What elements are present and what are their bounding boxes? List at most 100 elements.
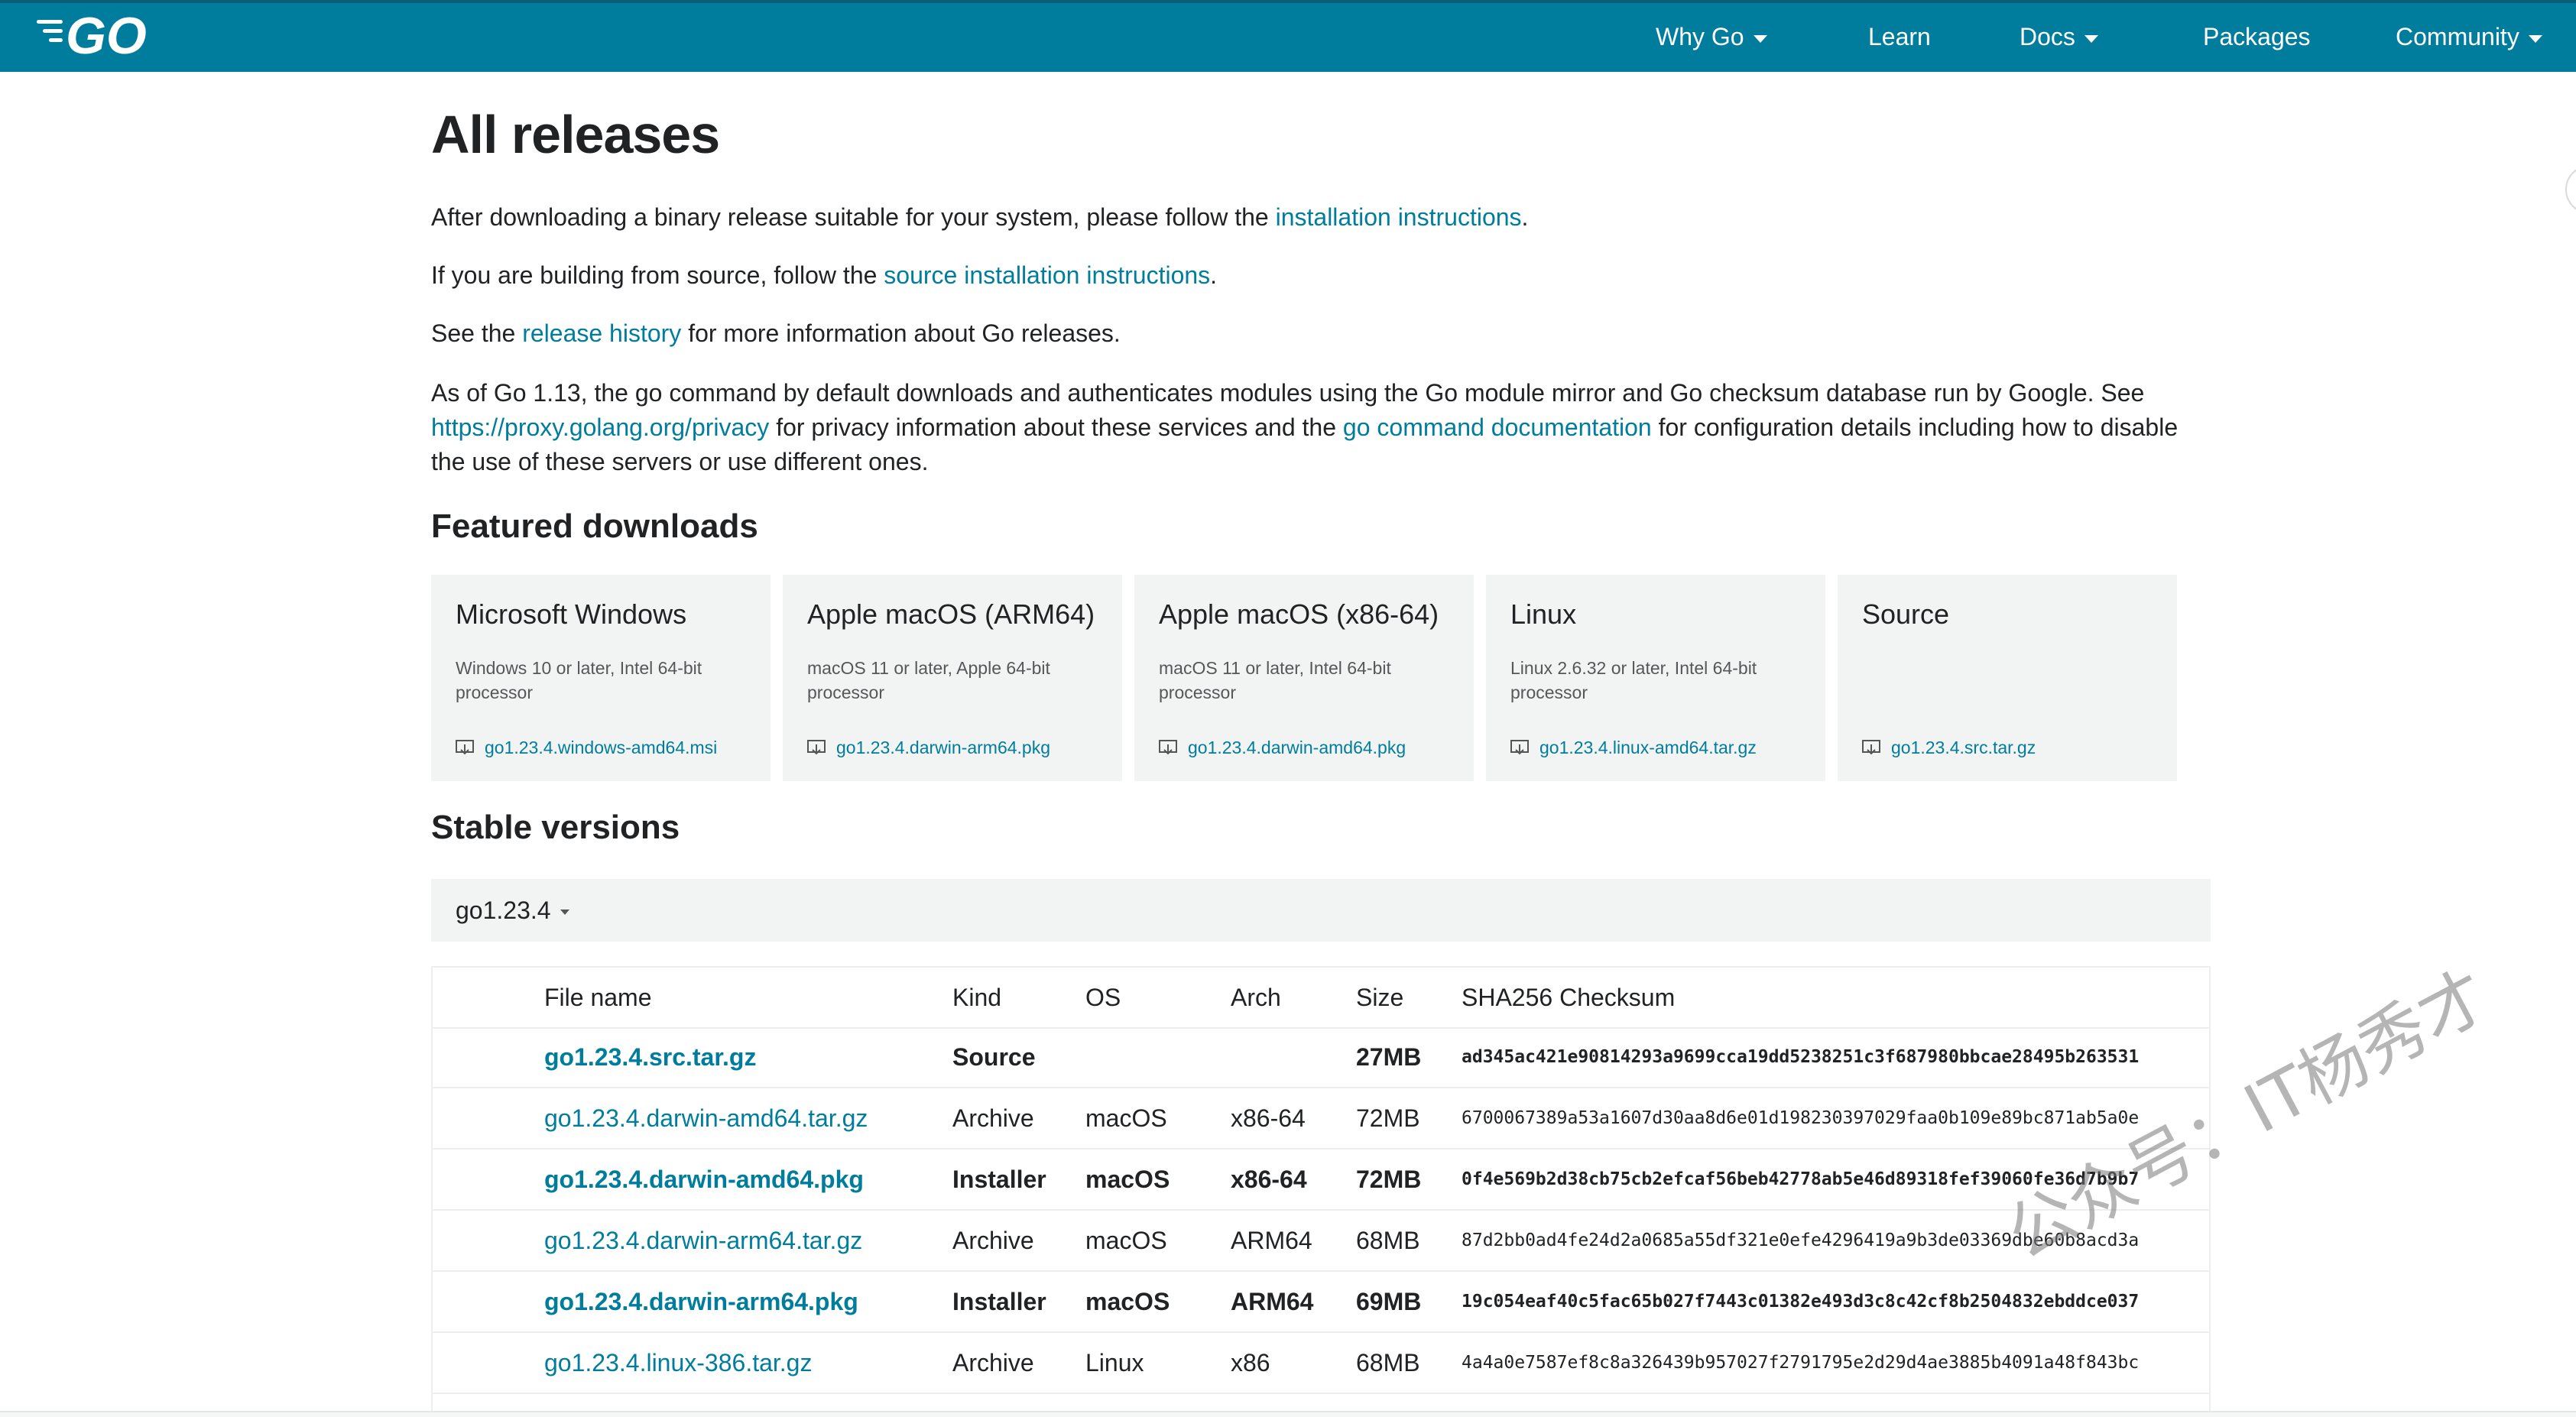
p1-suffix: .: [1521, 203, 1529, 231]
nav-community[interactable]: Community: [2396, 21, 2542, 52]
featured-card-source[interactable]: Source go1.23.4.src.tar.gz: [1838, 575, 2177, 781]
kind-cell: Installer: [952, 1288, 1046, 1315]
size-cell: 27MB: [1356, 1043, 1422, 1071]
size-cell: 72MB: [1356, 1166, 1422, 1193]
arch-cell: x86-64: [1231, 1104, 1306, 1132]
checksum-cell: 87d2bb0ad4fe24d2a0685a55df321e0efe429641…: [1462, 1231, 2140, 1250]
table-row: go1.23.4.src.tar.gz Source 27MB ad345ac421e…: [433, 1027, 2209, 1088]
card-file-name: go1.23.4.linux-amd64.tar.gz: [1539, 738, 1757, 757]
card-download-link[interactable]: go1.23.4.linux-amd64.tar.gz: [1510, 735, 1757, 760]
file-name-link[interactable]: go1.23.4.darwin-arm64.pkg: [544, 1272, 858, 1331]
size-cell: 68MB: [1356, 1349, 1420, 1376]
kind-cell: Source: [952, 1043, 1036, 1071]
card-title: Apple macOS (x86-64): [1159, 598, 1439, 630]
card-download-link[interactable]: go1.23.4.src.tar.gz: [1862, 735, 2036, 760]
size-cell: 72MB: [1356, 1104, 1420, 1132]
bottom-edge: [0, 1411, 2576, 1417]
downloads-table: File name Kind OS Arch Size SHA256 Check…: [431, 966, 2211, 1417]
nav-docs-label: Docs: [2020, 23, 2075, 50]
intro-paragraph-2: If you are building from source, follow …: [431, 258, 2182, 293]
file-name-link[interactable]: go1.23.4.darwin-arm64.tar.gz: [544, 1211, 862, 1270]
column-header-os: OS: [1085, 984, 1121, 1011]
stable-versions-heading: Stable versions: [431, 809, 680, 846]
checksum-cell: 4a4a0e7587ef8c8a326439b957027f2791795e2d…: [1462, 1353, 2140, 1373]
card-file-name: go1.23.4.darwin-arm64.pkg: [836, 738, 1050, 757]
p2-text: If you are building from source, follow …: [431, 261, 884, 289]
download-icon: [456, 740, 474, 755]
kind-cell: Archive: [952, 1349, 1034, 1376]
kind-cell: Installer: [952, 1166, 1046, 1193]
os-cell: macOS: [1085, 1104, 1167, 1132]
nav-packages[interactable]: Packages: [2203, 21, 2311, 52]
arch-cell: ARM64: [1231, 1227, 1312, 1254]
download-icon: [1159, 740, 1177, 755]
table-row: go1.23.4.darwin-arm64.tar.gz Archive macOS…: [433, 1211, 2209, 1272]
card-title: Microsoft Windows: [456, 598, 687, 630]
card-file-name: go1.23.4.src.tar.gz: [1891, 738, 2036, 757]
arch-cell: x86: [1231, 1349, 1270, 1376]
file-name-link[interactable]: go1.23.4.darwin-amd64.pkg: [544, 1149, 864, 1209]
installation-instructions-link[interactable]: installation instructions: [1276, 203, 1522, 231]
column-header-arch: Arch: [1231, 984, 1281, 1011]
chevron-down-icon: [1753, 34, 1767, 43]
featured-downloads-heading: Featured downloads: [431, 507, 758, 545]
chevron-down-icon: [2528, 34, 2542, 43]
go-command-documentation-link[interactable]: go command documentation: [1343, 413, 1652, 441]
featured-card-macos-x86-64[interactable]: Apple macOS (x86-64) macOS 11 or later, …: [1134, 575, 1474, 781]
nav-why-go[interactable]: Why Go: [1656, 21, 1767, 52]
featured-card-macos-arm64[interactable]: Apple macOS (ARM64) macOS 11 or later, A…: [783, 575, 1122, 781]
column-header-size: Size: [1356, 984, 1404, 1011]
os-cell: macOS: [1085, 1288, 1170, 1315]
nav-learn-label: Learn: [1868, 23, 1931, 50]
go-logo-icon[interactable]: GO: [35, 8, 173, 63]
card-download-link[interactable]: go1.23.4.windows-amd64.msi: [456, 735, 717, 760]
p4-text-b: for privacy information about these serv…: [769, 413, 1343, 441]
card-title: Source: [1862, 598, 1950, 630]
proxy-privacy-link[interactable]: https://proxy.golang.org/privacy: [431, 413, 769, 441]
scroll-edge-indicator: [2565, 165, 2576, 214]
checksum-cell: ad345ac421e90814293a9699cca19dd5238251c3…: [1462, 1047, 2140, 1067]
file-name-link[interactable]: go1.23.4.src.tar.gz: [544, 1027, 756, 1087]
version-toggle[interactable]: go1.23.4: [431, 879, 2211, 942]
nav-community-label: Community: [2396, 23, 2519, 50]
download-icon: [1862, 740, 1880, 755]
arch-cell: x86-64: [1231, 1166, 1307, 1193]
checksum-cell: 6700067389a53a1607d30aa8d6e01d1982303970…: [1462, 1108, 2140, 1128]
nav-learn[interactable]: Learn: [1868, 21, 1931, 52]
top-nav-bar: GO Why Go Learn Docs Packages Community: [0, 0, 2576, 72]
card-file-name: go1.23.4.darwin-amd64.pkg: [1188, 738, 1406, 757]
file-name-link[interactable]: go1.23.4.linux-386.tar.gz: [544, 1333, 812, 1393]
card-description: macOS 11 or later, Intel 64-bit processo…: [1159, 658, 1391, 702]
card-download-link[interactable]: go1.23.4.darwin-amd64.pkg: [1159, 735, 1406, 760]
intro-paragraph-4: As of Go 1.13, the go command by default…: [431, 376, 2182, 479]
size-cell: 68MB: [1356, 1227, 1420, 1254]
featured-card-windows[interactable]: Microsoft Windows Windows 10 or later, I…: [431, 575, 771, 781]
release-history-link[interactable]: release history: [522, 319, 681, 347]
card-description: Windows 10 or later, Intel 64-bit proces…: [456, 658, 702, 702]
nav-docs[interactable]: Docs: [2020, 21, 2098, 52]
column-header-file-name: File name: [544, 984, 652, 1011]
os-cell: macOS: [1085, 1166, 1170, 1193]
table-row: go1.23.4.darwin-amd64.tar.gz Archive macOS…: [433, 1088, 2209, 1149]
column-header-kind: Kind: [952, 984, 1002, 1011]
column-header-checksum: SHA256 Checksum: [1462, 984, 1676, 1011]
card-download-link[interactable]: go1.23.4.darwin-arm64.pkg: [807, 735, 1050, 760]
arch-cell: ARM64: [1231, 1288, 1314, 1315]
featured-card-linux[interactable]: Linux Linux 2.6.32 or later, Intel 64-bi…: [1486, 575, 1825, 781]
checksum-cell: 19c054eaf40c5fac65b027f7443c01382e493d3c…: [1462, 1292, 2140, 1312]
download-icon: [807, 740, 826, 755]
nav-packages-label: Packages: [2203, 23, 2311, 50]
source-installation-instructions-link[interactable]: source installation instructions: [884, 261, 1210, 289]
p4-text-a: As of Go 1.13, the go command by default…: [431, 379, 2145, 407]
os-cell: macOS: [1085, 1227, 1167, 1254]
table-row: go1.23.4.linux-386.tar.gz Archive Linux x86…: [433, 1333, 2209, 1394]
p3-suffix: for more information about Go releases.: [681, 319, 1121, 347]
card-title: Linux: [1510, 598, 1577, 630]
os-cell: Linux: [1085, 1349, 1144, 1376]
intro-paragraph-1: After downloading a binary release suita…: [431, 200, 2182, 235]
page-title: All releases: [431, 105, 720, 164]
card-title: Apple macOS (ARM64): [807, 598, 1095, 630]
file-name-link[interactable]: go1.23.4.darwin-amd64.tar.gz: [544, 1088, 868, 1148]
kind-cell: Archive: [952, 1104, 1034, 1132]
svg-text:GO: GO: [66, 8, 147, 63]
